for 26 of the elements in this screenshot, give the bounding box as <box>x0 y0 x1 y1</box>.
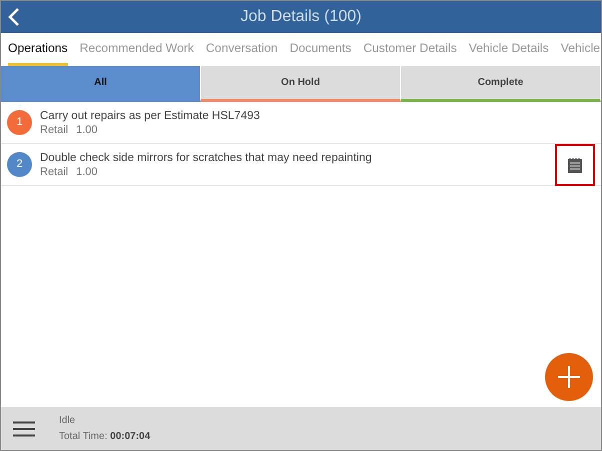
total-time-label: Total Time: <box>59 430 108 442</box>
tab[interactable]: Vehicle Details <box>468 33 549 66</box>
tab[interactable]: Documents <box>290 33 352 66</box>
rate-type: Retail <box>40 124 68 136</box>
filter-tab[interactable]: All <box>1 66 201 102</box>
quantity: 1.00 <box>76 124 98 136</box>
tab[interactable]: Conversation <box>206 33 278 66</box>
rate-type: Retail <box>40 166 68 178</box>
number-badge: 2 <box>7 152 32 177</box>
tab[interactable]: Vehicle <box>560 33 600 66</box>
filter-tab[interactable]: On Hold <box>201 66 401 102</box>
operation-title: Double check side mirrors for scratches that may need repainting <box>40 150 372 164</box>
tab[interactable]: Recommended Work <box>80 33 194 66</box>
status-text: Idle <box>59 414 76 428</box>
number-badge: 1 <box>7 110 32 135</box>
page-title: Job Details (100) <box>240 7 362 27</box>
plus-icon <box>558 366 580 388</box>
tab[interactable]: Customer Details <box>363 33 457 66</box>
notepad-icon[interactable] <box>568 156 582 172</box>
menu-icon[interactable] <box>13 420 35 436</box>
total-time-value: 00:07:04 <box>110 430 150 442</box>
add-button[interactable] <box>545 353 593 401</box>
quantity: 1.00 <box>76 166 98 178</box>
filter-tab[interactable]: Complete <box>401 66 601 102</box>
operation-title: Carry out repairs as per Estimate HSL7493 <box>40 108 260 122</box>
back-icon[interactable] <box>7 8 21 26</box>
